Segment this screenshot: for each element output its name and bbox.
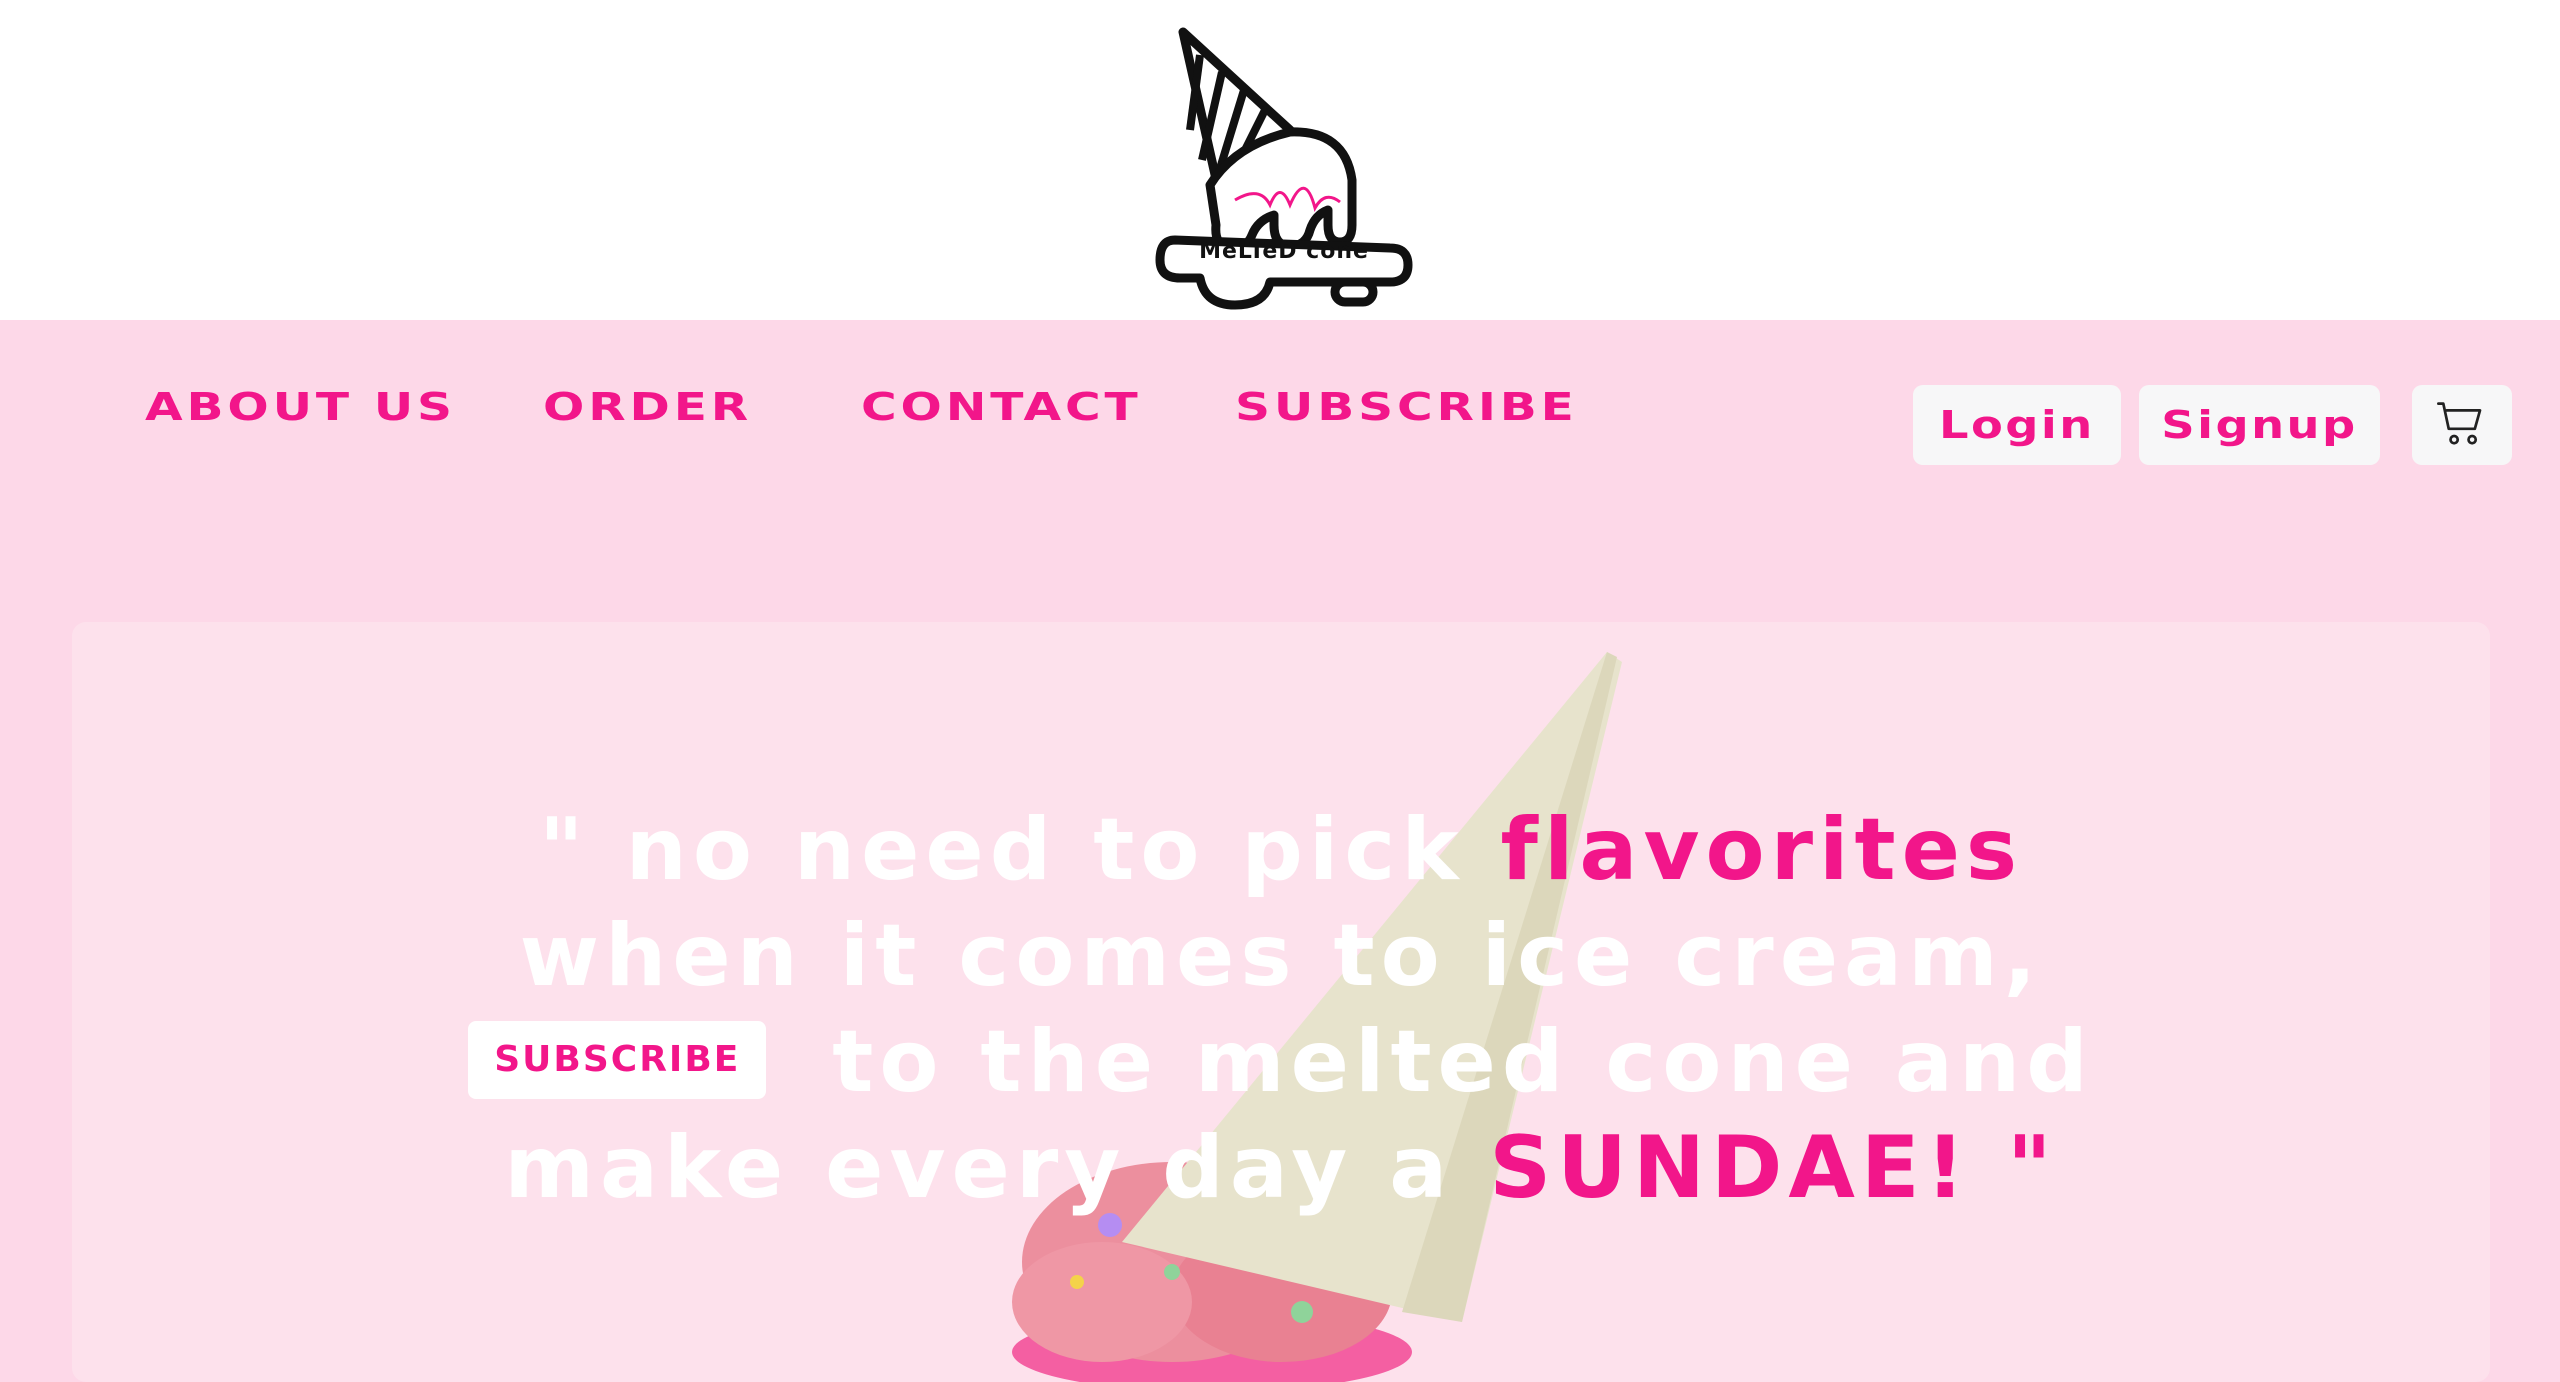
navigation-bar: ABOUT US ORDER CONTACT SUBSCRIBE Login S…	[0, 320, 2560, 540]
cart-button[interactable]	[2412, 385, 2512, 465]
hero-banner: " No need to pick flavorites when it com…	[72, 622, 2490, 1382]
quote-highlight-sundae: SUNDAE!	[1489, 1118, 1971, 1218]
quote-line-1-text: " No need to pick	[538, 800, 1501, 900]
nav-order[interactable]: ORDER	[543, 385, 752, 429]
login-button[interactable]: Login	[1913, 385, 2122, 465]
quote-line-2: when it comes to ice cream,	[519, 906, 2043, 1006]
quote-closing-mark: "	[1970, 1118, 2058, 1218]
hero-quote: " No need to pick flavorites when it com…	[72, 797, 2490, 1221]
nav-links: ABOUT US ORDER CONTACT SUBSCRIBE	[145, 385, 1574, 429]
logo-icon: MeLTeD cone	[1155, 27, 1413, 310]
nav-subscribe[interactable]: SUBSCRIBE	[1235, 385, 1578, 429]
signup-button[interactable]: Signup	[2139, 385, 2380, 465]
logo-header: MeLTeD cone	[0, 0, 2560, 320]
nav-actions: Login Signup	[1913, 385, 2512, 465]
quote-line-4: make every day a SUNDAE! "	[72, 1115, 2490, 1221]
melted-cone-logo[interactable]: MeLTeD cone	[1140, 20, 1420, 315]
nav-about-us[interactable]: ABOUT US	[145, 385, 456, 429]
quote-line-4-text: make every day a	[504, 1118, 1490, 1218]
nav-contact[interactable]: CONTACT	[861, 385, 1142, 429]
cart-icon	[2437, 402, 2482, 445]
quote-line-3: SUBSCRIBE to the melted cone and	[72, 1009, 2490, 1115]
login-label: Login	[1939, 403, 2096, 447]
quote-line-1: " No need to pick flavorites	[72, 797, 2490, 903]
logo-wordmark: MeLTeD cone	[1199, 239, 1369, 264]
signup-label: Signup	[2161, 403, 2358, 447]
quote-highlight-flavorites: flavorites	[1500, 800, 2024, 900]
quote-line-3-text: to the melted cone and	[796, 1012, 2094, 1112]
hero-subscribe-button[interactable]: SUBSCRIBE	[468, 1020, 767, 1099]
